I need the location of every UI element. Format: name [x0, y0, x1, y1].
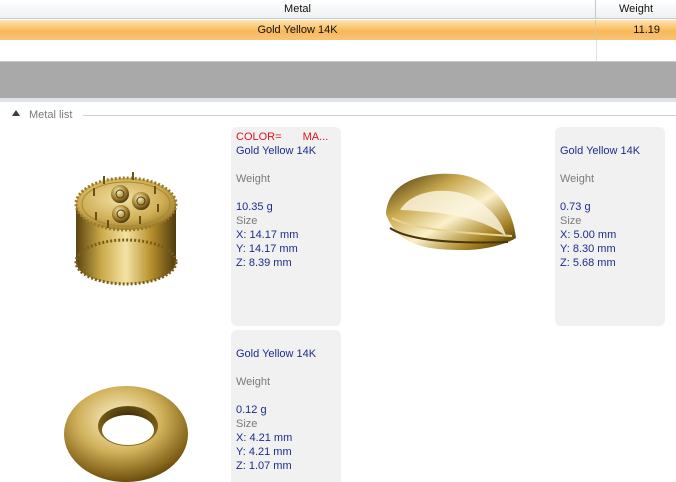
weight-value: 0.73 g — [560, 201, 591, 213]
collapse-arrow-icon[interactable] — [12, 110, 20, 116]
size-label: Size — [560, 215, 582, 227]
cylinder-box-thumbnail — [74, 172, 178, 286]
table-row[interactable]: Gold Yellow 14K 11.19 — [0, 20, 676, 40]
size-x: X: 4.21 mm — [236, 432, 293, 444]
column-header-weight[interactable]: Weight — [596, 0, 676, 19]
torus-ring-thumbnail — [64, 386, 188, 482]
size-y: Y: 4.21 mm — [236, 446, 292, 458]
metal-item-info: Gold Yellow 14K Weight 0.73 g Size X: 5.… — [555, 127, 665, 326]
color-header: COLOR= MA... — [236, 130, 341, 144]
weight-label: Weight — [236, 173, 271, 185]
metal-list-title: Metal list — [29, 109, 73, 121]
weight-label: Weight — [560, 173, 595, 185]
cell-metal[interactable]: Gold Yellow 14K — [0, 20, 596, 40]
weight-label: Weight — [236, 376, 271, 388]
cell-weight[interactable]: 11.19 — [596, 20, 676, 40]
size-z: Z: 1.07 mm — [236, 460, 292, 472]
size-y: Y: 8.30 mm — [560, 243, 616, 255]
metal-weight-grid: Metal Weight Gold Yellow 14K 11.19 — [0, 0, 676, 62]
weight-value: 0.12 g — [236, 404, 267, 416]
metal-name: Gold Yellow 14K — [236, 145, 317, 157]
column-header-metal[interactable]: Metal — [0, 0, 596, 19]
size-label: Size — [236, 215, 258, 227]
ring-shank-thumbnail — [386, 173, 516, 250]
empty-row[interactable] — [0, 40, 676, 61]
weight-value: 10.35 g — [236, 201, 273, 213]
column-divider — [596, 40, 597, 61]
metal-item-info: Gold Yellow 14K Weight 0.12 g Size X: 4.… — [231, 330, 341, 482]
size-label: Size — [236, 418, 258, 430]
size-x: X: 14.17 mm — [236, 229, 299, 241]
size-z: Z: 5.68 mm — [560, 257, 616, 269]
metal-name: Gold Yellow 14K — [236, 348, 317, 360]
size-y: Y: 14.17 mm — [236, 243, 298, 255]
size-z: Z: 8.39 mm — [236, 257, 292, 269]
color-value: MA... — [302, 131, 329, 143]
splitter-area — [0, 62, 676, 98]
grid-header: Metal Weight — [0, 0, 676, 19]
group-divider — [83, 115, 676, 116]
metal-name: Gold Yellow 14K — [560, 145, 641, 157]
metal-list-group-header[interactable]: Metal list — [0, 108, 676, 122]
metal-item-info: COLOR= MA... Gold Yellow 14K Weight 10.3… — [231, 127, 341, 326]
color-label: COLOR= — [236, 131, 282, 143]
size-x: X: 5.00 mm — [560, 229, 617, 241]
metal-list-panel: Metal list COLOR= MA... Gold Yellow 14K … — [0, 98, 676, 482]
